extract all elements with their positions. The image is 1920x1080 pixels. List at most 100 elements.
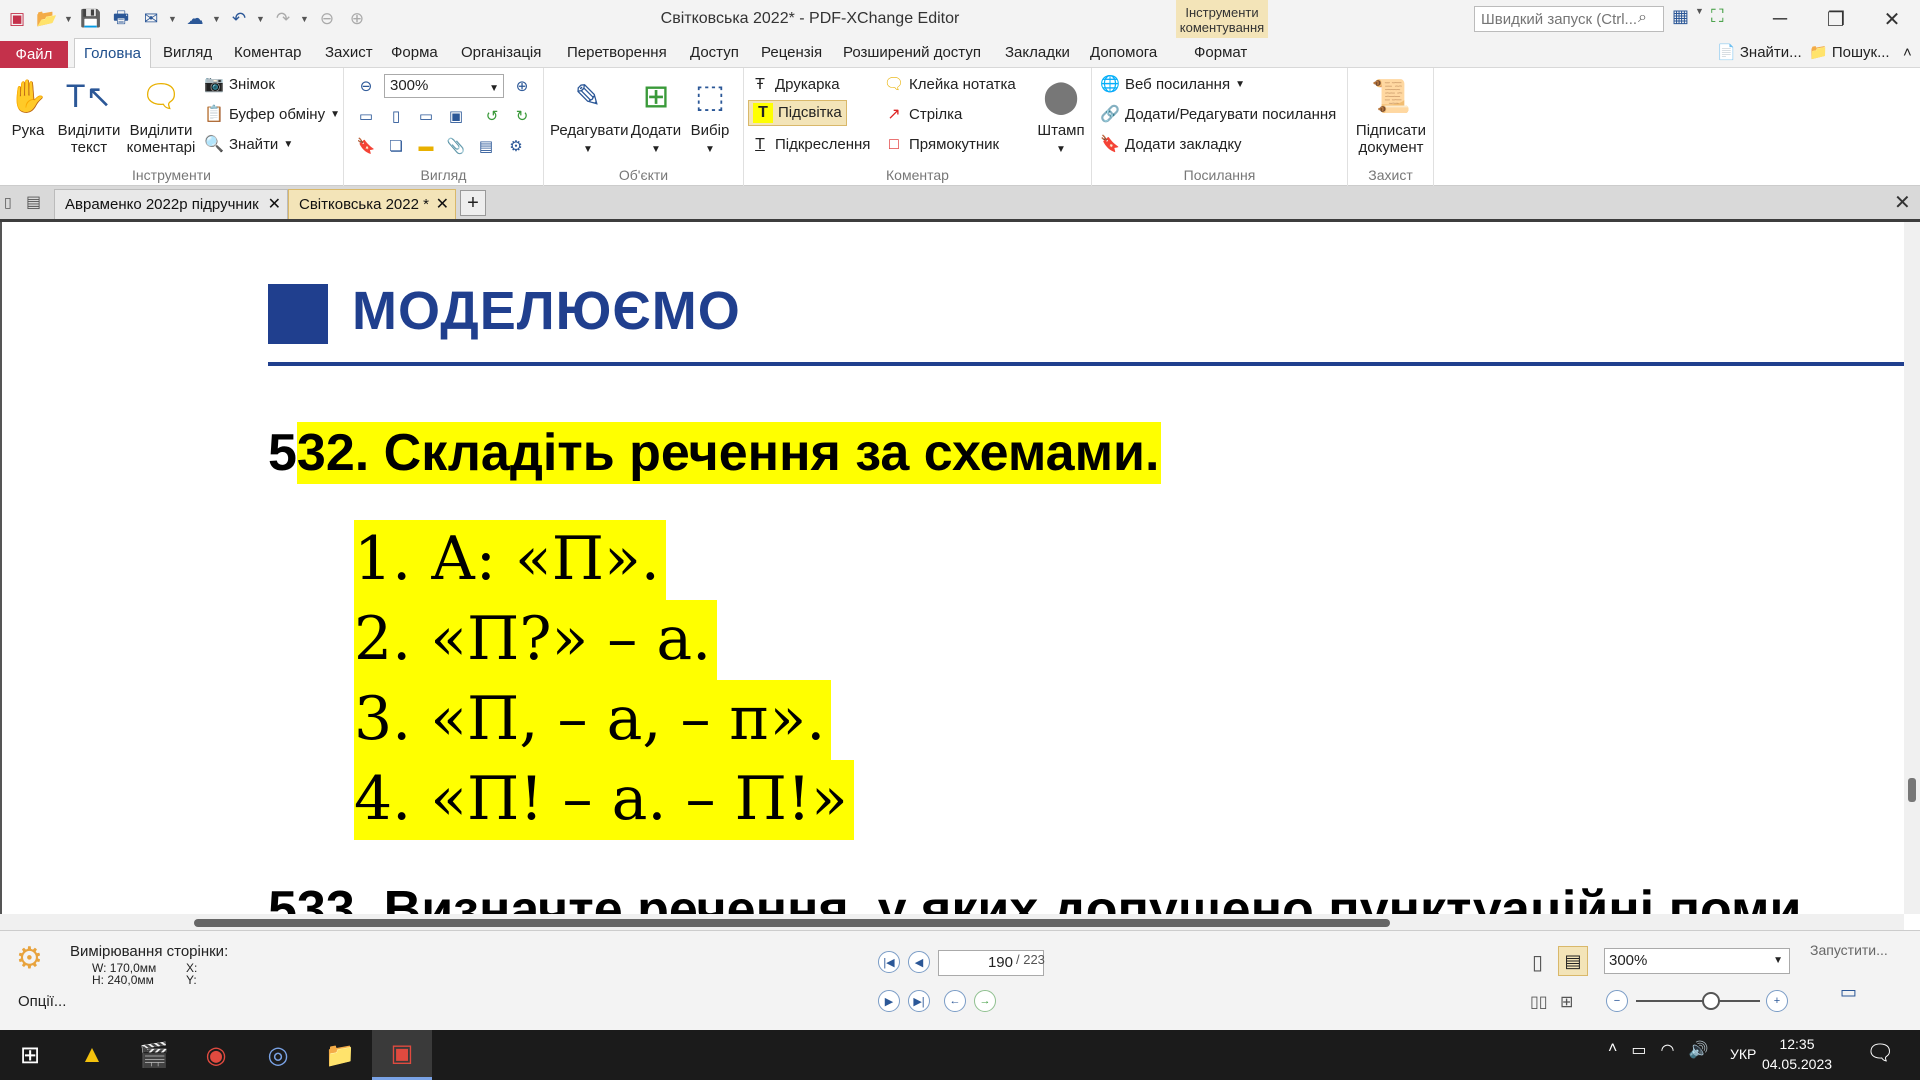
- back-view-icon[interactable]: ←: [944, 990, 966, 1012]
- menu-protect[interactable]: Захист: [316, 38, 382, 68]
- app-drive-icon[interactable]: ▲: [62, 1030, 122, 1080]
- zoom-in-icon[interactable]: ⊕: [510, 74, 534, 98]
- menu-comment[interactable]: Коментар: [225, 38, 310, 68]
- open-icon[interactable]: 📂: [34, 6, 60, 32]
- zoom-out-icon[interactable]: ⊖: [354, 74, 378, 98]
- new-tab-icon[interactable]: +: [460, 190, 486, 216]
- prev-page-icon[interactable]: ◀: [908, 951, 930, 973]
- back-view-icon[interactable]: ⊖: [314, 6, 340, 32]
- menu-search[interactable]: 📁 Пошук...: [1800, 38, 1899, 68]
- rotate-right-icon[interactable]: ↻: [510, 104, 534, 128]
- save-icon[interactable]: 💾: [78, 6, 104, 32]
- restore-icon[interactable]: ❐: [1808, 0, 1864, 38]
- fit-width-icon[interactable]: ▭: [414, 104, 438, 128]
- menu-format[interactable]: Формат: [1185, 38, 1256, 68]
- actual-size-icon[interactable]: ▭: [354, 104, 378, 128]
- sign-document-button[interactable]: 📜 Підписати документ: [1352, 74, 1430, 157]
- redo-icon[interactable]: ↷: [270, 6, 296, 32]
- menu-file[interactable]: Файл: [0, 41, 68, 68]
- forward-view-icon[interactable]: →: [974, 990, 996, 1012]
- split-view-icon[interactable]: ⊞: [1560, 992, 1573, 1012]
- quick-search-input[interactable]: [1474, 6, 1664, 32]
- rectangle-button[interactable]: □ Прямокутник: [884, 132, 999, 158]
- media-app-icon[interactable]: 🎬: [124, 1030, 184, 1080]
- zoom-slider-knob[interactable]: [1702, 992, 1720, 1010]
- clipboard-button[interactable]: 📋 Буфер обміну ▼: [204, 102, 340, 128]
- menu-advanced-share[interactable]: Розширений доступ: [834, 38, 990, 68]
- wifi-icon[interactable]: ◠: [1660, 1040, 1674, 1060]
- notifications-icon[interactable]: 🗨: [1866, 1040, 1894, 1066]
- search-icon[interactable]: ⌕: [1638, 9, 1647, 27]
- add-bookmark-button[interactable]: 🔖 Додати закладку: [1100, 132, 1242, 158]
- sticky-note-button[interactable]: 🗨 Клейка нотатка: [884, 72, 1016, 98]
- collapse-ribbon-icon[interactable]: ˄: [1894, 38, 1920, 68]
- add-edit-link-button[interactable]: 🔗 Додати/Редагувати посилання: [1100, 102, 1336, 128]
- first-page-icon[interactable]: |◀: [878, 951, 900, 973]
- settings-icon[interactable]: ⚙: [504, 134, 528, 158]
- cloud-icon[interactable]: ☁: [182, 6, 208, 32]
- tab-avramenko[interactable]: Авраменко 2022р підручник ✕: [54, 189, 288, 219]
- file-explorer-icon[interactable]: 📁: [310, 1030, 370, 1080]
- camera-app-icon[interactable]: ◎: [248, 1030, 308, 1080]
- task-532[interactable]: 532. Складіть речення за схемами.: [268, 418, 1162, 488]
- ui-options-icon[interactable]: ▦: [1672, 6, 1689, 27]
- horizontal-scroll-thumb[interactable]: [194, 919, 1390, 927]
- facing-pages-icon[interactable]: ▯▯: [1530, 992, 1548, 1012]
- menu-organize[interactable]: Організація: [452, 38, 550, 68]
- zoom-out-icon[interactable]: −: [1606, 990, 1628, 1012]
- schema-line[interactable]: 4. «П! – а. – П!»: [354, 760, 854, 840]
- chevron-down-icon[interactable]: ▼: [168, 14, 178, 24]
- chevron-down-icon[interactable]: ▼: [1695, 6, 1705, 27]
- forward-view-icon[interactable]: ⊕: [344, 6, 370, 32]
- zoom-slider[interactable]: [1636, 1000, 1760, 1002]
- bookmark-icon[interactable]: 🔖: [354, 134, 378, 158]
- tab-svitkovska[interactable]: Світковська 2022 * ✕: [288, 189, 456, 219]
- fit-visible-icon[interactable]: ▣: [444, 104, 468, 128]
- pdf-xchange-icon[interactable]: ▣: [372, 1030, 432, 1080]
- next-page-icon[interactable]: ▶: [878, 990, 900, 1012]
- properties-icon[interactable]: ▤: [474, 134, 498, 158]
- chrome-icon[interactable]: ◉: [186, 1030, 246, 1080]
- pages-icon[interactable]: ❏: [384, 134, 408, 158]
- tab-list-icon[interactable]: ▤: [26, 192, 41, 212]
- last-page-icon[interactable]: ▶|: [908, 990, 930, 1012]
- edit-button[interactable]: ✎ Редагувати ▼: [550, 74, 629, 158]
- select-comments-button[interactable]: 🗨 Виділити коментарі: [124, 74, 198, 157]
- gear-icon[interactable]: ⚙: [16, 941, 43, 976]
- web-links-button[interactable]: 🌐 Веб посилання ▼: [1100, 72, 1245, 98]
- menu-home[interactable]: Головна: [74, 38, 151, 68]
- single-page-icon[interactable]: ▯: [1532, 950, 1543, 975]
- snapshot-button[interactable]: 📷 Знімок: [204, 72, 275, 98]
- options-button[interactable]: Опції...: [18, 993, 66, 1010]
- chevron-down-icon[interactable]: ▼: [212, 14, 222, 24]
- volume-icon[interactable]: 🔊: [1688, 1040, 1708, 1060]
- attachments-icon[interactable]: 📎: [444, 134, 468, 158]
- fit-page-icon[interactable]: ▯: [384, 104, 408, 128]
- add-button[interactable]: ⊞ Додати ▼: [630, 74, 682, 158]
- vertical-scrollbar[interactable]: [1904, 222, 1920, 914]
- menu-view[interactable]: Вигляд: [154, 38, 221, 68]
- select-text-button[interactable]: T↖ Виділити текст: [56, 74, 122, 157]
- menu-review[interactable]: Рецензія: [752, 38, 831, 68]
- close-all-icon[interactable]: ✕: [1894, 190, 1911, 215]
- battery-icon[interactable]: ▭: [1631, 1040, 1646, 1060]
- status-zoom-combo[interactable]: 300% ▼: [1604, 948, 1790, 974]
- menu-convert[interactable]: Перетворення: [558, 38, 676, 68]
- minimize-icon[interactable]: ─: [1752, 0, 1808, 38]
- arrow-button[interactable]: ↗ Стрілка: [884, 102, 962, 128]
- typewriter-button[interactable]: Ŧ Друкарка: [750, 72, 840, 98]
- menu-find[interactable]: 📄 Знайти...: [1708, 38, 1811, 68]
- schema-line[interactable]: 3. «П, – а, – п».: [354, 680, 832, 760]
- fullscreen-icon[interactable]: ⛶: [1711, 6, 1724, 27]
- panel-icon[interactable]: ▭: [1840, 982, 1857, 1003]
- close-icon[interactable]: ✕: [1864, 0, 1920, 38]
- rotate-left-icon[interactable]: ↺: [480, 104, 504, 128]
- clock[interactable]: 12:35 04.05.2023: [1752, 1034, 1842, 1074]
- windows-start-icon[interactable]: ⊞: [0, 1030, 60, 1080]
- document-view[interactable]: МОДЕЛЮЄМО 532. Складіть речення за схема…: [0, 222, 1904, 914]
- app-logo-icon[interactable]: ▣: [4, 6, 30, 32]
- zoom-combo[interactable]: 300% ▼: [384, 74, 504, 98]
- schema-line[interactable]: 1. А: «П».: [354, 520, 666, 600]
- pane-toggle-icon[interactable]: ▯: [4, 194, 12, 211]
- hand-tool-button[interactable]: ✋ Рука: [6, 74, 50, 140]
